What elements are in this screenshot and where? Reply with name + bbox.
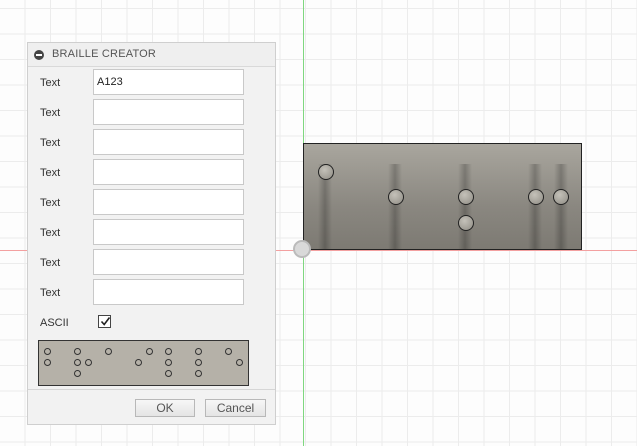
preview-dot (85, 359, 92, 366)
preview-dot (165, 348, 172, 355)
preview-dot (44, 348, 51, 355)
text-label-2: Text (40, 107, 61, 119)
text-input-1[interactable] (93, 69, 244, 95)
braille-creator-dialog: BRAILLE CREATOR Text Text Text Text Text… (27, 42, 276, 425)
preview-dot (44, 359, 51, 366)
plate-shading (458, 164, 472, 249)
dialog-footer-divider (28, 389, 275, 390)
preview-dot (74, 348, 81, 355)
preview-dot (165, 370, 172, 377)
origin-icon[interactable] (293, 240, 311, 258)
text-label-5: Text (40, 197, 61, 209)
dialog-header: BRAILLE CREATOR (28, 43, 275, 67)
text-input-7[interactable] (93, 249, 244, 275)
text-label-4: Text (40, 167, 61, 179)
preview-dot (105, 348, 112, 355)
text-input-6[interactable] (93, 219, 244, 245)
text-label-6: Text (40, 227, 61, 239)
braille-dot (388, 189, 404, 205)
ok-button[interactable]: OK (135, 399, 195, 417)
preview-dot (74, 370, 81, 377)
minus-circle-icon[interactable] (34, 50, 44, 60)
dialog-title: BRAILLE CREATOR (52, 48, 157, 60)
checkmark-icon (100, 317, 111, 326)
plate-shading (388, 164, 402, 249)
preview-dot (146, 348, 153, 355)
text-input-3[interactable] (93, 129, 244, 155)
braille-dot (528, 189, 544, 205)
plate-shading (554, 164, 568, 249)
preview-dot (74, 359, 81, 366)
text-label-7: Text (40, 257, 61, 269)
preview-dot (195, 370, 202, 377)
text-input-5[interactable] (93, 189, 244, 215)
preview-dot (195, 348, 202, 355)
preview-dot (236, 359, 243, 366)
plate-shading (528, 164, 542, 249)
text-input-4[interactable] (93, 159, 244, 185)
cancel-button[interactable]: Cancel (205, 399, 266, 417)
text-input-2[interactable] (93, 99, 244, 125)
text-label-8: Text (40, 287, 61, 299)
braille-dot (318, 164, 334, 180)
braille-dot (458, 189, 474, 205)
ascii-label: ASCII (40, 317, 69, 329)
text-label-3: Text (40, 137, 61, 149)
preview-dot (225, 348, 232, 355)
preview-dot (165, 359, 172, 366)
braille-plate-model[interactable] (303, 143, 582, 250)
preview-dot (195, 359, 202, 366)
braille-dot (458, 215, 474, 231)
preview-dot (135, 359, 142, 366)
text-input-8[interactable] (93, 279, 244, 305)
ascii-checkbox[interactable] (98, 315, 111, 328)
braille-dot (553, 189, 569, 205)
text-label-1: Text (40, 77, 61, 89)
braille-preview (38, 340, 249, 386)
